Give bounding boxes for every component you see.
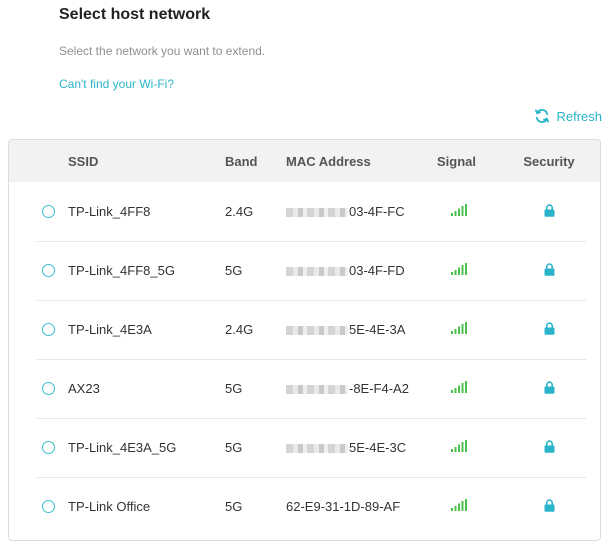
- band-cell: 5G: [225, 440, 243, 455]
- ssid-cell: TP-Link Office: [68, 499, 151, 514]
- refresh-button[interactable]: Refresh: [534, 108, 602, 124]
- ssid-cell: TP-Link_4E3A_5G: [68, 440, 177, 455]
- refresh-icon: [534, 108, 550, 124]
- network-radio[interactable]: [42, 264, 55, 277]
- table-row[interactable]: TP-Link_4FF8 2.4G 03-4F-FC: [9, 182, 600, 241]
- mac-redaction: [286, 266, 348, 276]
- mac-redaction: [286, 207, 348, 217]
- ssid-cell: TP-Link_4FF8: [68, 204, 151, 219]
- lock-icon: [544, 321, 555, 338]
- table-body: TP-Link_4FF8 2.4G 03-4F-FC TP-Link_4FF8_…: [9, 182, 600, 536]
- table-row[interactable]: TP-Link_4E3A_5G 5G 5E-4E-3C: [9, 418, 600, 477]
- mac-cell: 03-4F-FD: [286, 262, 437, 279]
- ssid-cell: TP-Link_4E3A: [68, 322, 152, 337]
- mac-cell: 5E-4E-3C: [286, 439, 437, 456]
- mac-address-text: 03-4F-FD: [349, 263, 405, 279]
- ssid-cell: TP-Link_4FF8_5G: [68, 263, 175, 278]
- mac-redaction: [286, 384, 348, 394]
- table-row[interactable]: TP-Link Office 5G 62-E9-31-1D-89-AF: [9, 477, 600, 536]
- network-radio[interactable]: [42, 323, 55, 336]
- refresh-label: Refresh: [556, 108, 602, 124]
- mac-cell: 5E-4E-3A: [286, 321, 437, 338]
- network-radio[interactable]: [42, 205, 55, 218]
- signal-bars-icon: [451, 499, 467, 514]
- network-radio[interactable]: [42, 500, 55, 513]
- network-radio[interactable]: [42, 382, 55, 395]
- signal-bars-icon: [451, 204, 467, 219]
- column-header-ssid: SSID: [68, 153, 99, 169]
- band-cell: 2.4G: [225, 204, 254, 219]
- mac-address-text: 62-E9-31-1D-89-AF: [286, 499, 401, 515]
- band-cell: 5G: [225, 381, 243, 396]
- lock-icon: [544, 380, 555, 397]
- signal-bars-icon: [451, 440, 467, 455]
- lock-icon: [544, 439, 555, 456]
- ssid-cell: AX23: [68, 381, 100, 396]
- mac-address-text: -8E-F4-A2: [349, 381, 409, 397]
- mac-address-text: 5E-4E-3A: [349, 322, 406, 338]
- column-header-security: Security: [523, 153, 575, 169]
- table-header: SSID Band MAC Address Signal Security: [9, 140, 600, 182]
- column-header-signal: Signal: [437, 153, 477, 169]
- network-table: SSID Band MAC Address Signal Security TP…: [8, 139, 601, 541]
- band-cell: 5G: [225, 499, 243, 514]
- table-row[interactable]: TP-Link_4E3A 2.4G 5E-4E-3A: [9, 300, 600, 359]
- table-row[interactable]: AX23 5G -8E-F4-A2: [9, 359, 600, 418]
- mac-address-text: 03-4F-FC: [349, 204, 405, 220]
- cant-find-wifi-link[interactable]: Can't find your Wi-Fi?: [59, 77, 174, 91]
- column-header-band: Band: [225, 153, 258, 169]
- page-title: Select host network: [59, 6, 211, 23]
- band-cell: 2.4G: [225, 322, 254, 337]
- mac-cell: -8E-F4-A2: [286, 380, 437, 397]
- mac-cell: 03-4F-FC: [286, 203, 437, 220]
- page-subtitle: Select the network you want to extend.: [59, 44, 266, 58]
- signal-bars-icon: [451, 381, 467, 396]
- band-cell: 5G: [225, 263, 243, 278]
- mac-redaction: [286, 325, 348, 335]
- table-row[interactable]: TP-Link_4FF8_5G 5G 03-4F-FD: [9, 241, 600, 300]
- mac-address-text: 5E-4E-3C: [349, 440, 407, 456]
- column-header-mac: MAC Address: [286, 153, 371, 169]
- mac-redaction: [286, 443, 348, 453]
- mac-cell: 62-E9-31-1D-89-AF: [286, 498, 437, 515]
- lock-icon: [544, 498, 555, 515]
- signal-bars-icon: [451, 322, 467, 337]
- signal-bars-icon: [451, 263, 467, 278]
- lock-icon: [544, 262, 555, 279]
- lock-icon: [544, 203, 555, 220]
- network-radio[interactable]: [42, 441, 55, 454]
